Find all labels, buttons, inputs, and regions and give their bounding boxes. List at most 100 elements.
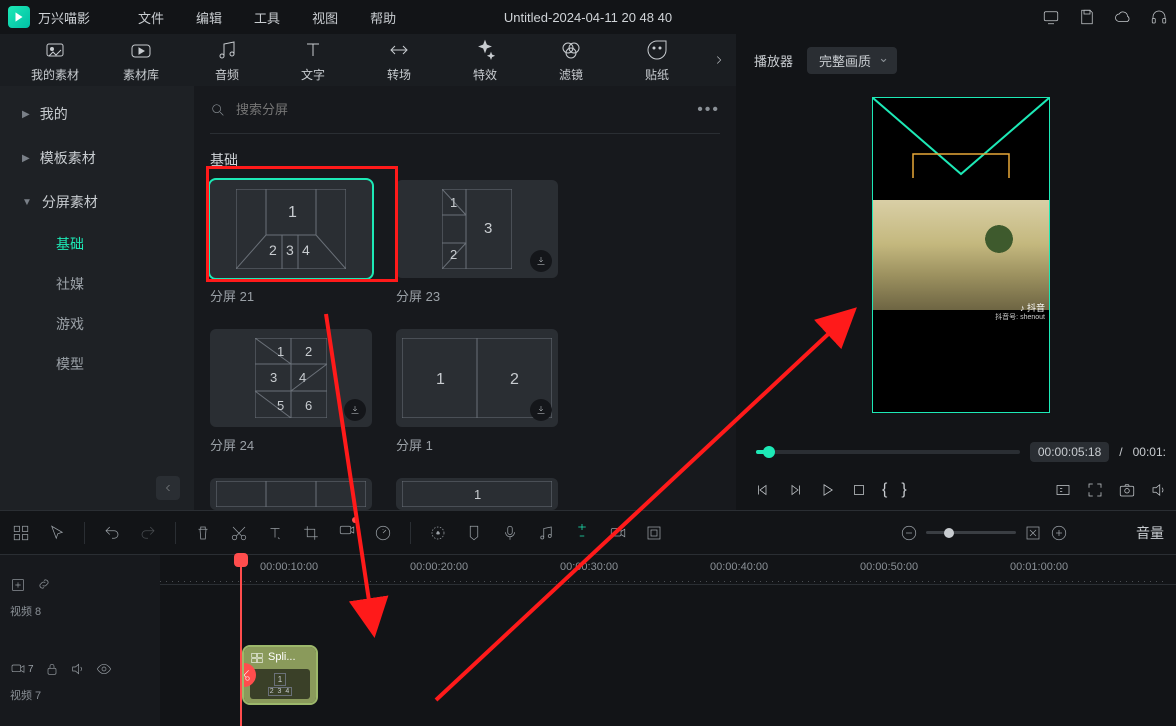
- preview-progress-slider[interactable]: [756, 450, 1020, 454]
- sidebar-item-my[interactable]: ▶我的: [0, 92, 194, 136]
- magnet-icon[interactable]: [573, 521, 591, 539]
- track-head-video7: 7: [10, 645, 150, 693]
- group-icon[interactable]: [645, 524, 663, 542]
- quality-selector[interactable]: 完整画质: [807, 47, 897, 74]
- template-partial-2[interactable]: 1: [396, 478, 558, 510]
- svg-text:6: 6: [305, 398, 312, 413]
- menu-help[interactable]: 帮助: [354, 8, 412, 27]
- color-wheel-icon[interactable]: [429, 524, 447, 542]
- mark-in-icon[interactable]: {: [882, 481, 887, 499]
- tab-my-media[interactable]: 我的素材: [16, 38, 94, 83]
- zoom-out-icon[interactable]: [900, 524, 918, 542]
- clip-thumb: 1 2 3 4: [250, 669, 310, 699]
- svg-text:2: 2: [510, 371, 519, 388]
- app-logo-icon: [8, 6, 30, 28]
- track-label-video7: 视频 7: [10, 687, 150, 703]
- redo-icon[interactable]: [139, 524, 157, 542]
- speed-icon[interactable]: [374, 524, 392, 542]
- sidebar-item-split[interactable]: ▼分屏素材: [0, 180, 194, 224]
- download-icon[interactable]: [344, 399, 366, 421]
- tab-stickers[interactable]: 贴纸: [618, 38, 696, 83]
- svg-text:3: 3: [286, 242, 294, 258]
- save-icon[interactable]: [1078, 8, 1096, 26]
- template-splitscreen-21[interactable]: 1 2 3 4 分屏 21: [210, 180, 372, 305]
- menu-tools[interactable]: 工具: [238, 8, 296, 27]
- zoom-in-icon[interactable]: [1050, 524, 1068, 542]
- text-tool-icon[interactable]: [266, 524, 284, 542]
- audio-tool-icon[interactable]: [537, 524, 555, 542]
- preview-frame[interactable]: ♪ 抖音 抖音号: shenout: [873, 98, 1049, 412]
- app-name: 万兴喵影: [38, 8, 90, 27]
- volume-icon[interactable]: [1150, 481, 1168, 499]
- mute-track-icon[interactable]: [70, 661, 86, 677]
- tab-audio[interactable]: 音频: [188, 38, 266, 83]
- svg-text:1: 1: [474, 487, 481, 502]
- tab-titles[interactable]: 文字: [274, 38, 352, 83]
- snapshot-icon[interactable]: [1118, 481, 1136, 499]
- clip-type-icon: [250, 651, 264, 665]
- add-track-icon[interactable]: [10, 577, 26, 593]
- menu-edit[interactable]: 编辑: [180, 8, 238, 27]
- sidebar-sub-social[interactable]: 社媒: [0, 264, 194, 304]
- mark-out-icon[interactable]: }: [901, 481, 906, 499]
- play-icon[interactable]: [818, 481, 836, 499]
- menu-file[interactable]: 文件: [122, 8, 180, 27]
- download-icon[interactable]: [530, 250, 552, 272]
- tab-stock-media[interactable]: 素材库: [102, 38, 180, 83]
- timeline-clip-split[interactable]: Spli... 1 2 3 4: [244, 647, 316, 703]
- search-input[interactable]: [236, 102, 687, 117]
- step-forward-icon[interactable]: [786, 481, 804, 499]
- search-more-icon[interactable]: •••: [697, 101, 720, 119]
- stop-icon[interactable]: [850, 481, 868, 499]
- playhead[interactable]: [240, 555, 242, 726]
- fullscreen-icon[interactable]: [1086, 481, 1104, 499]
- lock-icon[interactable]: [44, 661, 60, 677]
- template-splitscreen-1[interactable]: 1 2 分屏 1: [396, 329, 558, 454]
- link-icon[interactable]: [609, 524, 627, 542]
- sidebar-collapse-icon[interactable]: [156, 476, 180, 500]
- mic-icon[interactable]: [501, 524, 519, 542]
- template-partial-1[interactable]: [210, 478, 372, 510]
- headphones-icon[interactable]: [1150, 8, 1168, 26]
- timeline-ruler[interactable]: 00:00:10:00 00:00:20:00 00:00:30:00 00:0…: [160, 555, 1176, 585]
- menu-view[interactable]: 视图: [296, 8, 354, 27]
- sidebar-sub-basic[interactable]: 基础: [0, 224, 194, 264]
- ratio-icon[interactable]: [1054, 481, 1072, 499]
- zoom-slider[interactable]: [926, 531, 1016, 534]
- step-back-icon[interactable]: [754, 481, 772, 499]
- total-time: 00:01:: [1133, 445, 1166, 459]
- crop-icon[interactable]: [302, 524, 320, 542]
- track-head-controls: [10, 561, 150, 609]
- tabs-next-icon[interactable]: [712, 53, 726, 67]
- svg-text:3: 3: [484, 220, 492, 237]
- link-track-icon[interactable]: [36, 576, 52, 592]
- undo-icon[interactable]: [103, 524, 121, 542]
- tab-effects[interactable]: 特效: [446, 38, 524, 83]
- template-splitscreen-24[interactable]: 1 2 3 4 5 6 分屏 24: [210, 329, 372, 454]
- zoom-fit-icon[interactable]: [1024, 524, 1042, 542]
- template-splitscreen-23[interactable]: 1 3 2 分屏 23: [396, 180, 558, 305]
- select-tool-icon[interactable]: [48, 524, 66, 542]
- download-icon[interactable]: [530, 399, 552, 421]
- video-track-icon[interactable]: [10, 661, 26, 677]
- monitor-icon[interactable]: [1042, 8, 1060, 26]
- marker-icon[interactable]: [465, 524, 483, 542]
- delete-icon[interactable]: [194, 524, 212, 542]
- timeline-tracks[interactable]: 00:00:10:00 00:00:20:00 00:00:30:00 00:0…: [160, 555, 1176, 726]
- section-label: 基础: [210, 150, 720, 170]
- tab-transitions[interactable]: 转场: [360, 38, 438, 83]
- sidebar-sub-model[interactable]: 模型: [0, 344, 194, 384]
- media-sidebar: ▶我的 ▶模板素材 ▼分屏素材 基础 社媒 游戏 模型: [0, 86, 194, 510]
- preview-overlay: [873, 98, 1049, 178]
- watermark: ♪ 抖音 抖音号: shenout: [995, 303, 1045, 322]
- tab-filters[interactable]: 滤镜: [532, 38, 610, 83]
- cloud-icon[interactable]: [1114, 8, 1132, 26]
- visibility-icon[interactable]: [96, 661, 112, 677]
- svg-text:4: 4: [302, 242, 310, 258]
- dashboard-icon[interactable]: [12, 524, 30, 542]
- svg-text:5: 5: [277, 398, 284, 413]
- sidebar-sub-gaming[interactable]: 游戏: [0, 304, 194, 344]
- record-icon[interactable]: [338, 521, 356, 539]
- cut-icon[interactable]: [230, 524, 248, 542]
- sidebar-item-templates[interactable]: ▶模板素材: [0, 136, 194, 180]
